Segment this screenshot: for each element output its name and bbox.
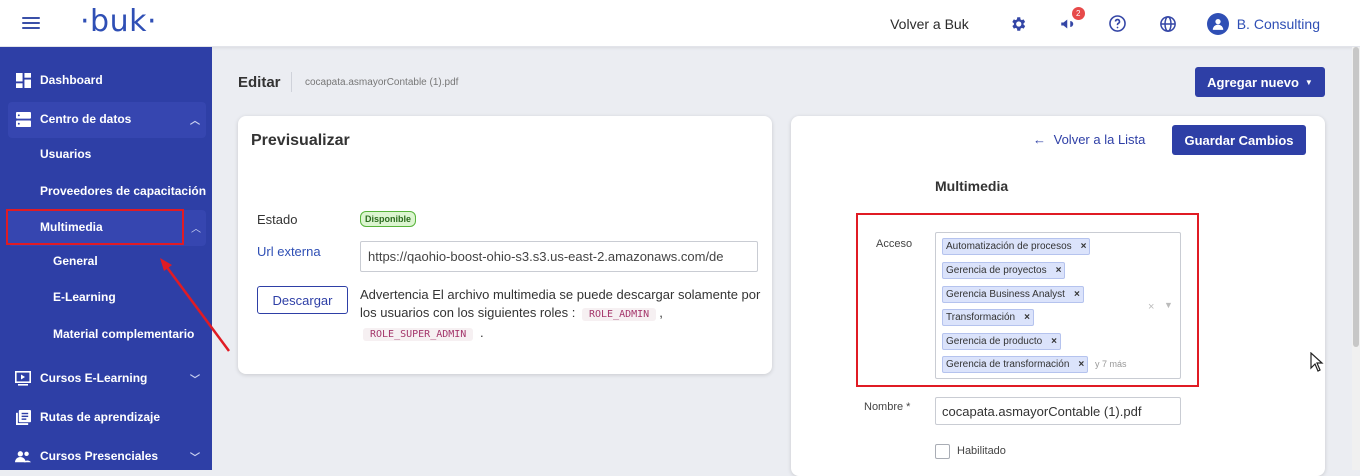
chevron-up-icon: ︿ — [191, 224, 201, 235]
sidebar-item-rutas[interactable]: Rutas de aprendizaje — [0, 409, 212, 425]
sidebar-item-cursos-presenciales[interactable]: Cursos Presenciales ﹀ — [0, 448, 212, 464]
guardar-cambios-button[interactable]: Guardar Cambios — [1172, 125, 1306, 155]
user-icon[interactable] — [1206, 12, 1229, 35]
breadcrumb-file: cocapata.asmayorContable (1).pdf — [305, 77, 459, 88]
sidebar-item-cursos-elearning[interactable]: Cursos E-Learning ﹀ — [0, 370, 212, 386]
preview-title: Previsualizar — [251, 132, 350, 149]
dashboard-icon — [15, 72, 31, 88]
descargar-button[interactable]: Descargar — [257, 286, 348, 314]
top-bar-actions: Volver a Buk 2 B. Consulting — [890, 0, 1320, 47]
server-icon — [15, 111, 31, 127]
arrow-left-icon: ← — [1033, 132, 1046, 147]
play-screen-icon — [15, 370, 31, 386]
agregar-nuevo-label: Agregar nuevo — [1207, 74, 1299, 90]
megaphone-icon[interactable]: 2 — [1057, 6, 1085, 35]
page-scrollbar[interactable] — [1352, 47, 1360, 470]
nombre-input[interactable]: cocapata.asmayorContable (1).pdf — [935, 397, 1181, 425]
status-badge: Disponible — [360, 211, 417, 227]
sidebar-item-label: Cursos Presenciales — [40, 449, 159, 463]
url-externa-input[interactable]: https://qaohio-boost-ohio-s3.s3.us-east-… — [360, 241, 758, 272]
sidebar-item-dashboard[interactable]: Dashboard — [0, 72, 212, 88]
caret-down-icon: ▼ — [1304, 77, 1313, 87]
nombre-label: Nombre * — [864, 401, 911, 413]
top-bar: ·buk· Volver a Buk 2 B. Consulting — [0, 0, 1360, 47]
volver-lista-label: Volver a la Lista — [1053, 132, 1146, 147]
scrollbar-thumb[interactable] — [1353, 47, 1359, 347]
warning-period: . — [479, 325, 484, 340]
mouse-cursor-icon — [1310, 352, 1324, 372]
estado-label: Estado — [257, 212, 298, 227]
notification-badge: 2 — [1071, 6, 1085, 20]
user-name[interactable]: B. Consulting — [1237, 16, 1320, 32]
sidebar-item-proveedores[interactable]: Proveedores de capacitación — [40, 184, 206, 198]
sidebar-item-centro-datos[interactable]: Centro de datos ︿ — [0, 111, 212, 127]
sidebar-item-elearning[interactable]: E-Learning — [53, 290, 116, 304]
gear-icon[interactable] — [1007, 13, 1029, 35]
highlight-box-acceso — [856, 213, 1199, 387]
sidebar-item-usuarios[interactable]: Usuarios — [40, 147, 91, 161]
habilitado-checkbox[interactable] — [935, 444, 950, 459]
volver-lista-link[interactable]: ← Volver a la Lista — [1033, 132, 1145, 147]
chevron-down-icon: ﹀ — [190, 374, 200, 386]
title-divider — [291, 72, 292, 92]
role-admin-code: ROLE_ADMIN — [581, 308, 657, 321]
highlight-box-multimedia — [6, 209, 184, 245]
sidebar-item-material[interactable]: Material complementario — [53, 327, 194, 341]
help-icon[interactable] — [1107, 13, 1129, 35]
sidebar-item-label: Centro de datos — [40, 112, 132, 126]
page-title: Editar — [238, 74, 281, 91]
library-icon — [15, 409, 31, 425]
people-icon — [15, 448, 31, 464]
section-title: Multimedia — [935, 178, 1009, 194]
preview-card: Previsualizar Estado Disponible Url exte… — [238, 116, 772, 374]
role-super-admin-code: ROLE_SUPER_ADMIN — [363, 328, 474, 341]
url-externa-label: Url externa — [257, 244, 321, 259]
agregar-nuevo-button[interactable]: Agregar nuevo ▼ — [1195, 67, 1325, 97]
sidebar-item-label: Cursos E-Learning — [40, 371, 148, 385]
chevron-up-icon: ︿ — [190, 115, 200, 127]
sidebar-item-label: Dashboard — [40, 73, 103, 87]
sidebar-item-general[interactable]: General — [53, 254, 98, 268]
edit-form-card: ← Volver a la Lista Guardar Cambios Mult… — [791, 116, 1325, 476]
sidebar: Dashboard Centro de datos ︿ Usuarios Pro… — [0, 47, 212, 470]
menu-icon[interactable] — [22, 14, 40, 30]
buk-logo[interactable]: ·buk· — [80, 4, 157, 39]
chevron-down-icon: ﹀ — [190, 452, 200, 464]
volver-a-buk-link[interactable]: Volver a Buk — [890, 16, 969, 32]
role-separator: , — [659, 305, 663, 320]
download-warning: Advertencia El archivo multimedia se pue… — [360, 286, 765, 344]
globe-icon[interactable] — [1157, 13, 1179, 35]
warning-text: Advertencia El archivo multimedia se pue… — [360, 287, 761, 320]
sidebar-item-label: Rutas de aprendizaje — [40, 410, 161, 424]
habilitado-label: Habilitado — [957, 445, 1006, 457]
